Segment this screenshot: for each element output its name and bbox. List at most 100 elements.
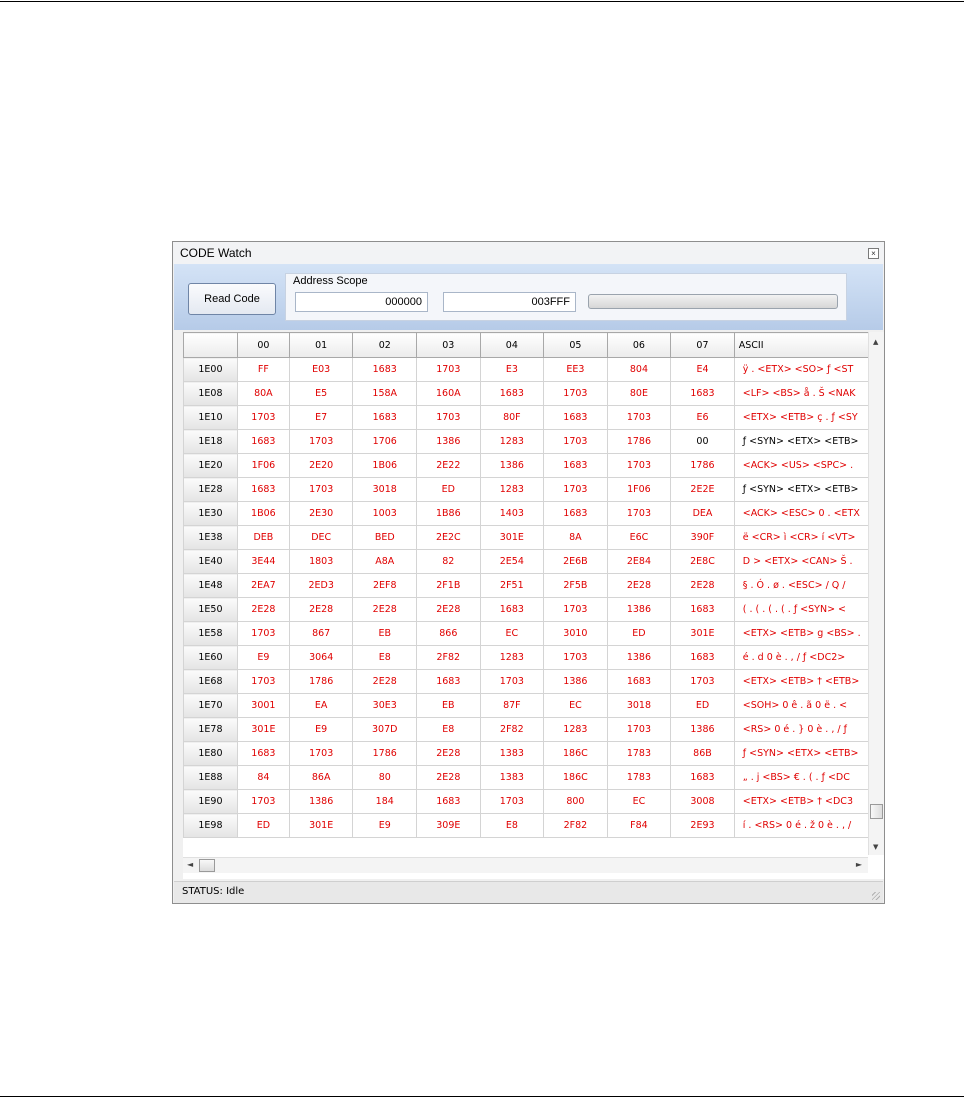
memory-cell[interactable]: 2E54 — [479, 549, 545, 574]
memory-cell[interactable]: 2EF8 — [352, 573, 418, 598]
memory-cell[interactable]: 1683 — [606, 669, 672, 694]
memory-cell[interactable]: 1283 — [543, 717, 608, 742]
memory-cell[interactable]: 2F1B — [416, 573, 481, 598]
row-address-button[interactable]: 1E38 — [183, 525, 238, 550]
memory-cell[interactable]: 1B06 — [352, 453, 418, 478]
row-address-button[interactable]: 1E30 — [183, 501, 238, 526]
memory-cell[interactable]: 1786 — [670, 453, 735, 478]
memory-cell[interactable]: 1703 — [236, 621, 290, 646]
memory-cell[interactable]: 2E28 — [416, 765, 481, 790]
memory-cell[interactable]: 2E22 — [416, 453, 481, 478]
memory-cell[interactable]: 80F — [479, 405, 545, 430]
scroll-right-arrow-icon[interactable]: ► — [856, 860, 862, 869]
row-address-button[interactable]: 1E40 — [183, 549, 238, 574]
memory-cell[interactable]: EB — [352, 621, 418, 646]
memory-cell[interactable]: 1386 — [670, 717, 735, 742]
memory-cell[interactable]: 3064 — [288, 645, 354, 670]
memory-cell[interactable]: EC — [606, 789, 672, 814]
memory-cell[interactable]: 1683 — [479, 597, 545, 622]
ascii-cell[interactable]: ƒ <SYN> <ETX> <ETB> — [733, 741, 884, 766]
row-address-button[interactable]: 1E70 — [183, 693, 238, 718]
ascii-cell[interactable]: <ETX> <ETB> † <DC3 — [733, 789, 884, 814]
row-address-button[interactable]: 1E80 — [183, 741, 238, 766]
memory-cell[interactable]: 184 — [352, 789, 418, 814]
memory-cell[interactable]: E3 — [479, 357, 545, 382]
memory-cell[interactable]: 30E3 — [352, 693, 418, 718]
memory-cell[interactable]: 804 — [606, 357, 672, 382]
memory-cell[interactable]: ED — [416, 477, 481, 502]
memory-cell[interactable]: 1683 — [543, 453, 608, 478]
memory-cell[interactable]: 1386 — [606, 645, 672, 670]
memory-cell[interactable]: 1F06 — [606, 477, 672, 502]
memory-cell[interactable]: 3018 — [606, 693, 672, 718]
scroll-down-arrow-icon[interactable]: ▼ — [873, 843, 878, 851]
memory-cell[interactable]: 301E — [670, 621, 735, 646]
ascii-cell[interactable]: § . Ó . ø . <ESC> / Q / — [733, 573, 884, 598]
ascii-cell[interactable]: <ETX> <ETB> g <BS> . — [733, 621, 884, 646]
memory-cell[interactable]: 1683 — [670, 597, 735, 622]
memory-cell[interactable]: E6 — [670, 405, 735, 430]
memory-cell[interactable]: 2F82 — [416, 645, 481, 670]
memory-cell[interactable]: 1786 — [352, 741, 418, 766]
memory-cell[interactable]: EE3 — [543, 357, 608, 382]
memory-cell[interactable]: 1683 — [236, 477, 290, 502]
memory-cell[interactable]: 2E20 — [288, 453, 354, 478]
memory-cell[interactable]: 2E28 — [288, 597, 354, 622]
memory-cell[interactable]: E7 — [288, 405, 354, 430]
resize-grip-icon[interactable] — [872, 892, 880, 900]
memory-cell[interactable]: E4 — [670, 357, 735, 382]
memory-cell[interactable]: E8 — [479, 813, 545, 838]
memory-cell[interactable]: 2EA7 — [236, 573, 290, 598]
memory-cell[interactable]: E9 — [236, 645, 290, 670]
memory-cell[interactable]: 1703 — [236, 669, 290, 694]
memory-cell[interactable]: 390F — [670, 525, 735, 550]
row-address-button[interactable]: 1E88 — [183, 765, 238, 790]
ascii-cell[interactable]: ÿ . <ETX> <SO> ƒ <ST — [733, 357, 884, 382]
memory-cell[interactable]: 1683 — [416, 669, 481, 694]
ascii-cell[interactable]: í . <RS> 0 é . ž 0 è . , / — [733, 813, 884, 838]
close-icon[interactable]: × — [868, 248, 879, 259]
memory-cell[interactable]: 1703 — [479, 789, 545, 814]
memory-cell[interactable]: 2E8C — [670, 549, 735, 574]
horizontal-scroll-thumb[interactable] — [199, 859, 215, 872]
memory-cell[interactable]: F84 — [606, 813, 672, 838]
memory-cell[interactable]: 1386 — [288, 789, 354, 814]
memory-cell[interactable]: 1703 — [236, 405, 290, 430]
memory-cell[interactable]: 1403 — [479, 501, 545, 526]
memory-cell[interactable]: 82 — [416, 549, 481, 574]
memory-cell[interactable]: DEA — [670, 501, 735, 526]
memory-cell[interactable]: 1F06 — [236, 453, 290, 478]
memory-cell[interactable]: 1703 — [543, 381, 608, 406]
memory-cell[interactable]: 1786 — [606, 429, 672, 454]
memory-cell[interactable]: 2E6B — [543, 549, 608, 574]
scroll-left-arrow-icon[interactable]: ◄ — [187, 860, 193, 869]
memory-cell[interactable]: 1683 — [416, 789, 481, 814]
memory-cell[interactable]: 1703 — [479, 669, 545, 694]
memory-cell[interactable]: 160A — [416, 381, 481, 406]
memory-cell[interactable]: 1283 — [479, 429, 545, 454]
memory-cell[interactable]: 2E28 — [416, 741, 481, 766]
ascii-cell[interactable]: <ETX> <ETB> ç . ƒ <SY — [733, 405, 884, 430]
memory-cell[interactable]: ED — [236, 813, 290, 838]
memory-cell[interactable]: A8A — [352, 549, 418, 574]
ascii-cell[interactable]: <ETX> <ETB> † <ETB> — [733, 669, 884, 694]
memory-cell[interactable]: 86A — [288, 765, 354, 790]
vertical-scroll-thumb[interactable] — [870, 804, 883, 819]
row-address-button[interactable]: 1E50 — [183, 597, 238, 622]
memory-cell[interactable]: 1703 — [606, 453, 672, 478]
row-address-button[interactable]: 1E00 — [183, 357, 238, 382]
ascii-cell[interactable]: <SOH> 0 ê . ã 0 ë . < — [733, 693, 884, 718]
memory-cell[interactable]: 86B — [670, 741, 735, 766]
memory-cell[interactable]: EA — [288, 693, 354, 718]
row-address-button[interactable]: 1E10 — [183, 405, 238, 430]
ascii-cell[interactable]: ( . ( . ( . ( . ƒ <SYN> < — [733, 597, 884, 622]
memory-cell[interactable]: 80E — [606, 381, 672, 406]
memory-cell[interactable]: 2F82 — [543, 813, 608, 838]
memory-cell[interactable]: E8 — [416, 717, 481, 742]
ascii-cell[interactable]: „ . j <BS> € . ( . ƒ <DC — [733, 765, 884, 790]
row-address-button[interactable]: 1E58 — [183, 621, 238, 646]
memory-cell[interactable]: 1786 — [288, 669, 354, 694]
memory-cell[interactable]: 1703 — [236, 789, 290, 814]
memory-cell[interactable]: E6C — [606, 525, 672, 550]
memory-cell[interactable]: BED — [352, 525, 418, 550]
